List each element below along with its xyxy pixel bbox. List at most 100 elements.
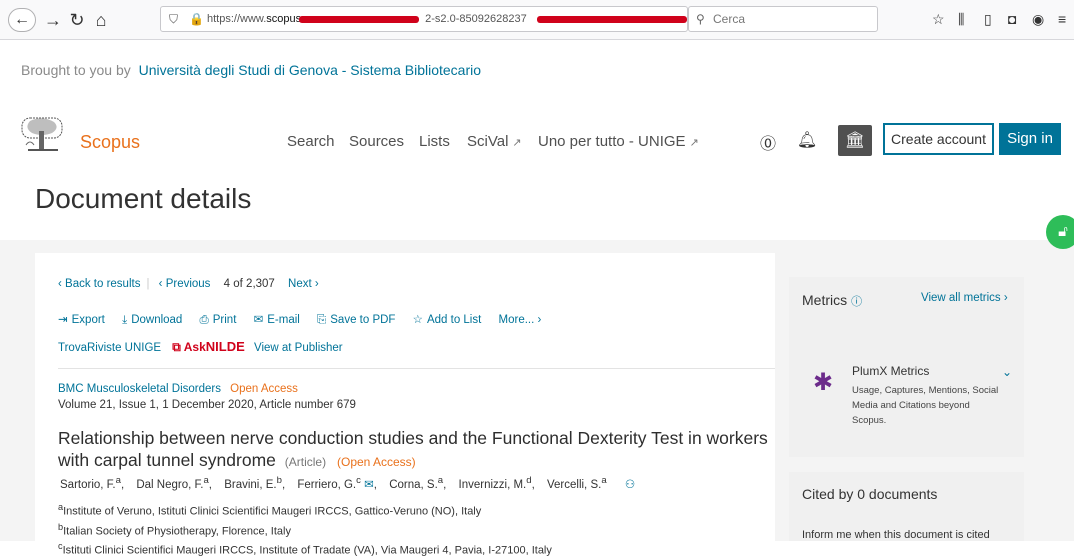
add-list-label: Add to List	[426, 314, 482, 326]
elsevier-tree-logo[interactable]	[20, 117, 66, 155]
author-name: Ferriero, G.	[297, 478, 357, 491]
library-icon[interactable]: ⫼	[958, 11, 964, 27]
affiliation-item: aInstitute of Veruno, Istituti Clinici S…	[58, 500, 552, 520]
create-account-button[interactable]: Create account	[883, 123, 994, 155]
nav-search[interactable]: Search	[287, 133, 335, 150]
print-button[interactable]: ⎙ Print	[200, 314, 237, 326]
reload-icon[interactable]: ↻	[66, 10, 88, 30]
affiliations: aInstitute of Veruno, Istituti Clinici S…	[58, 500, 552, 559]
view-all-metrics-link[interactable]: View all metrics ›	[921, 292, 1008, 304]
journal-line: BMC Musculoskeletal Disorders Open Acces…	[58, 383, 298, 395]
bookmark-star-icon[interactable]: ☆	[932, 11, 945, 27]
extension-icon[interactable]: ◘	[1008, 11, 1016, 27]
open-access-tag: (Open Access)	[336, 455, 416, 469]
export-label: Export	[71, 314, 105, 326]
author-name: Vercelli, S.	[546, 478, 602, 491]
volume-info: Volume 21, Issue 1, 1 December 2020, Art…	[58, 399, 356, 411]
export-icon: ⇥	[58, 314, 68, 326]
external-link-icon: ↗	[689, 137, 699, 149]
home-icon[interactable]: ⌂	[90, 10, 112, 30]
nilde-ask-text: Ask	[183, 340, 206, 354]
result-total: 2,307	[246, 278, 275, 290]
unlock-icon[interactable]: 🔓︎	[1046, 215, 1074, 249]
search-icon: ⚲	[696, 12, 705, 26]
sign-in-button[interactable]: Sign in	[999, 123, 1061, 155]
author-name: Invernizzi, M.	[458, 478, 527, 491]
scopus-logo[interactable]: Scopus	[80, 132, 140, 153]
add-to-list-button[interactable]: ☆ Add to List	[413, 314, 482, 326]
next-link[interactable]: Next ›	[288, 278, 319, 290]
nilde-text: NILDE	[205, 339, 245, 354]
download-button[interactable]: ⤓ Download	[122, 314, 182, 326]
back-label: Back to results	[65, 278, 141, 290]
shield-icon: ⛉	[169, 12, 179, 26]
view-all-label: View all metrics	[921, 292, 1001, 304]
url-domain: scopus	[266, 13, 302, 25]
previous-link[interactable]: ‹ Previous	[159, 278, 211, 290]
journal-link[interactable]: BMC Musculoskeletal Disorders	[58, 383, 221, 395]
save-to-pdf-button[interactable]: ⎘ Save to PDF	[317, 314, 395, 326]
divider	[58, 368, 775, 369]
author-sup: a	[601, 475, 607, 486]
redaction-mark	[537, 16, 687, 23]
address-bar[interactable]: ⛉ 🔒 https://www.scopus 2-s2.0-85092628237	[160, 6, 688, 32]
author-link[interactable]: Ferriero, G.c ✉,	[297, 475, 377, 491]
plumx-description: Usage, Captures, Mentions, Social Media …	[852, 385, 999, 426]
chevron-down-icon[interactable]: ⌄	[1002, 365, 1012, 379]
account-icon[interactable]: ◉	[1032, 11, 1044, 27]
nav-label: Search	[287, 133, 335, 150]
plumx-icon: ✱	[813, 369, 834, 396]
email-icon[interactable]: ✉	[364, 479, 374, 491]
metrics-title: Metrics ⓘ	[802, 292, 862, 309]
star-icon: ☆	[412, 314, 423, 326]
author-link[interactable]: Corna, S.a,	[389, 475, 446, 491]
plumx-title: PlumX Metrics	[852, 364, 930, 378]
affiliation-item: bItalian Society of Physiotherapy, Flore…	[58, 520, 552, 540]
brought-to-you-by: Brought to you by Università degli Studi…	[21, 62, 481, 78]
save-pdf-label: Save to PDF	[330, 314, 396, 326]
print-icon: ⎙	[199, 314, 209, 326]
menu-icon[interactable]: ≡	[1058, 11, 1066, 27]
info-icon[interactable]: ⓘ	[851, 296, 862, 308]
forward-arrow-icon[interactable]: →	[42, 10, 64, 30]
author-name: Dal Negro, F.	[136, 478, 204, 491]
brought-prefix: Brought to you by	[21, 62, 131, 78]
author-link[interactable]: Invernizzi, M.d,	[458, 475, 535, 491]
more-label: More...	[498, 314, 535, 326]
asknilde-link[interactable]: ⧉ AskNILDE	[172, 339, 245, 354]
sidebar-icon[interactable]: ▯	[984, 11, 992, 27]
author-link[interactable]: Vercelli, S.a	[546, 475, 607, 491]
download-label: Download	[131, 314, 183, 326]
view-at-publisher-link[interactable]: View at Publisher	[254, 342, 343, 354]
author-link[interactable]: Dal Negro, F.a,	[136, 475, 212, 491]
back-arrow-icon[interactable]: ←	[8, 8, 36, 32]
nav-scival[interactable]: SciVal ↗	[467, 133, 522, 150]
email-button[interactable]: ✉ E-mail	[254, 314, 300, 326]
author-link[interactable]: Bravini, E.b,	[224, 475, 285, 491]
external-link-icon: ↗	[512, 137, 522, 149]
affiliation-text: Italian Society of Physiotherapy, Floren…	[63, 525, 291, 538]
bell-icon[interactable]: 🔔︎	[796, 130, 818, 150]
trovariviste-link[interactable]: TrovaRiviste UNIGE	[58, 342, 161, 354]
institution-icon[interactable]: 🏛︎	[838, 125, 872, 156]
author-link[interactable]: Sartorio, F.a,	[60, 475, 124, 491]
result-navigation: ‹ Back to results | ‹ Previous 4 of 2,307…	[58, 278, 319, 290]
help-icon[interactable]: ⓪	[757, 130, 779, 154]
metrics-panel: Metrics ⓘ View all metrics › ✱ PlumX Metr…	[789, 277, 1024, 457]
browser-toolbar: ← → ↻ ⌂ ⛉ 🔒 https://www.scopus 2-s2.0-850…	[0, 0, 1074, 40]
nav-label: SciVal	[467, 133, 509, 150]
document-card: ‹ Back to results | ‹ Previous 4 of 2,307…	[35, 253, 775, 557]
affiliation-text: Istituti Clinici Scientifici Maugeri IRC…	[62, 544, 552, 557]
nav-uno-per-tutto[interactable]: Uno per tutto - UNIGE ↗	[538, 133, 699, 150]
lock-icon: 🔒	[189, 12, 204, 26]
nav-sources[interactable]: Sources	[349, 133, 404, 150]
export-button[interactable]: ⇥ Export	[58, 314, 105, 326]
download-icon: ⤓	[122, 314, 128, 326]
author-profile-icon[interactable]: ⚇	[625, 479, 635, 491]
back-to-results-link[interactable]: ‹ Back to results	[58, 278, 140, 290]
nav-lists[interactable]: Lists	[419, 133, 450, 150]
institution-link[interactable]: Università degli Studi di Genova - Siste…	[139, 62, 481, 78]
more-button[interactable]: More... ›	[499, 314, 542, 326]
nav-label: Lists	[419, 133, 450, 150]
browser-search-input[interactable]: ⚲ Cerca	[688, 6, 878, 32]
